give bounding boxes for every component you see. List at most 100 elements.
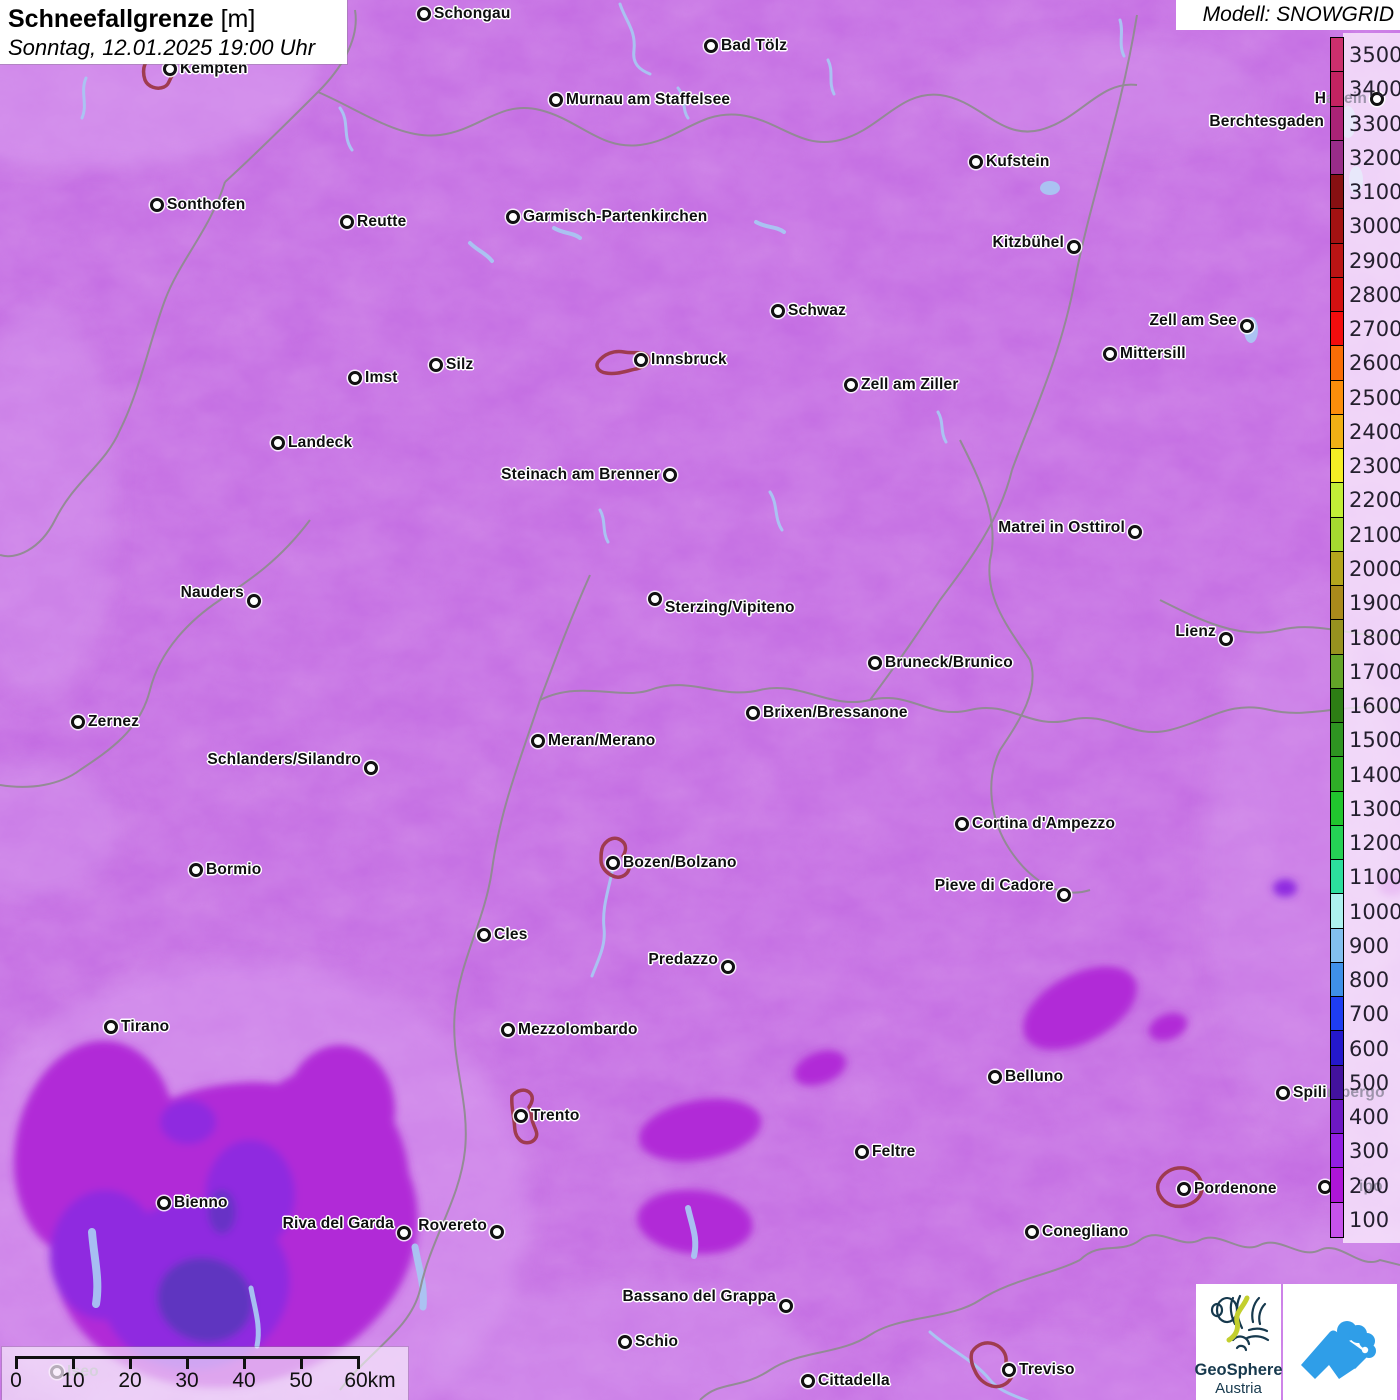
- city-dot: [271, 436, 285, 450]
- city-label: Zernez: [88, 713, 140, 730]
- city-dot: [1067, 240, 1081, 254]
- title-unit: [m]: [220, 5, 256, 33]
- legend-value-label: 1700: [1349, 659, 1400, 684]
- city-dot: [514, 1109, 528, 1123]
- legend-value-label: 2000: [1349, 556, 1400, 581]
- city-label: Schwaz: [788, 302, 847, 319]
- partner-logo-box: [1283, 1284, 1397, 1400]
- legend-swatch-2900: [1331, 243, 1343, 278]
- city-label: Bozen/Bolzano: [623, 854, 737, 871]
- legend-swatch-2300: [1331, 449, 1343, 484]
- scalebar-label: 30: [175, 1369, 199, 1392]
- scalebar-label: 40: [232, 1369, 256, 1392]
- city-label: Feltre: [872, 1143, 916, 1160]
- scalebar-label: 10: [61, 1369, 85, 1392]
- city-dot: [801, 1374, 815, 1388]
- geosphere-logo-name: GeoSphere: [1194, 1361, 1283, 1379]
- legend-value-label: 1100: [1349, 865, 1400, 890]
- city-label: Brixen/Bressanone: [763, 704, 908, 721]
- city-label: Conegliano: [1042, 1223, 1129, 1240]
- city-dot: [844, 378, 858, 392]
- city-label: Pieve di Cadore: [934, 877, 1054, 894]
- city-label: Silz: [446, 356, 474, 373]
- legend-value-label: 400: [1349, 1105, 1390, 1130]
- legend-colorbar: [1330, 37, 1344, 1238]
- city-dot: [634, 353, 648, 367]
- city-dot: [1219, 632, 1233, 646]
- city-label: Bassano del Grappa: [622, 1288, 776, 1305]
- city-dot: [648, 592, 662, 606]
- city-dot: [477, 928, 491, 942]
- legend-swatch-2500: [1331, 380, 1343, 415]
- city-label: Belluno: [1005, 1068, 1064, 1085]
- geosphere-logo-box: GeoSphere Austria: [1194, 1284, 1283, 1400]
- snowfall-limit-map: Schongau Bad Tölz Kempten Murnau am Staffel…: [0, 0, 1400, 1400]
- legend-value-label: 2500: [1349, 385, 1400, 410]
- legend-swatch-1700: [1331, 654, 1343, 689]
- legend-value-label: 100: [1349, 1207, 1390, 1232]
- legend-swatch-2100: [1331, 517, 1343, 552]
- legend-swatch-1400: [1331, 757, 1343, 792]
- city-dot: [988, 1070, 1002, 1084]
- city-label: Bad Tölz: [721, 37, 788, 54]
- legend-value-label: 2700: [1349, 317, 1400, 342]
- city-label: Bormio: [206, 861, 262, 878]
- city-dot: [247, 594, 261, 608]
- city-dot: [157, 1196, 171, 1210]
- scalebar-tick: [72, 1356, 75, 1369]
- city-dot: [1240, 319, 1254, 333]
- legend-value-label: 800: [1349, 968, 1390, 993]
- legend-swatch-2200: [1331, 483, 1343, 518]
- city-dot: [506, 210, 520, 224]
- city-dot: [104, 1020, 118, 1034]
- mountain-cloud-logo-icon: [1301, 1321, 1376, 1379]
- legend-value-label: 1500: [1349, 728, 1400, 753]
- city-dot: [417, 7, 431, 21]
- city-label: Reutte: [357, 213, 407, 230]
- city-label: Riva del Garda: [282, 1215, 394, 1232]
- city-label: Bruneck/Brunico: [885, 654, 1013, 671]
- city-label: Landeck: [288, 434, 353, 451]
- city-label: Schio: [635, 1333, 679, 1350]
- legend-swatch-2800: [1331, 277, 1343, 312]
- city-label: Schongau: [434, 5, 511, 22]
- legend-swatch-1300: [1331, 791, 1343, 826]
- title-text: Schneefallgrenze: [8, 5, 214, 33]
- legend-value-label: 2600: [1349, 351, 1400, 376]
- scalebar-label: 0: [10, 1369, 22, 1392]
- legend-swatch-3400: [1331, 72, 1343, 107]
- city-label: Trento: [531, 1107, 580, 1124]
- legend-value-label: 700: [1349, 1002, 1390, 1027]
- city-dot: [1002, 1363, 1016, 1377]
- city-label: Cles: [494, 926, 528, 943]
- legend-value-label: 1600: [1349, 694, 1400, 718]
- legend-value-label: 1800: [1349, 625, 1400, 650]
- legend-swatch-3100: [1331, 175, 1343, 210]
- legend-swatch-100: [1331, 1202, 1343, 1237]
- scalebar-tick: [300, 1356, 303, 1369]
- model-label: Modell: SNOWGRID: [1176, 0, 1400, 30]
- city-dot: [955, 817, 969, 831]
- city-dot: [1276, 1086, 1290, 1100]
- legend-swatch-1900: [1331, 586, 1343, 621]
- city-dot: [1025, 1225, 1039, 1239]
- scalebar-tick: [15, 1356, 18, 1369]
- legend-swatch-3200: [1331, 140, 1343, 175]
- legend-swatch-1600: [1331, 688, 1343, 723]
- city-label: Predazzo: [648, 951, 718, 968]
- city-dot: [429, 358, 443, 372]
- legend-swatch-2000: [1331, 551, 1343, 586]
- legend-swatch-200: [1331, 1168, 1343, 1203]
- legend-value-label: 3200: [1349, 145, 1400, 170]
- legend-swatch-500: [1331, 1065, 1343, 1100]
- legend-value-label: 1200: [1349, 831, 1400, 856]
- legend-swatch-1500: [1331, 723, 1343, 758]
- city-label: Mittersill: [1120, 345, 1186, 362]
- city-dot: [1103, 347, 1117, 361]
- legend-swatch-1100: [1331, 860, 1343, 895]
- legend-value-label: 500: [1349, 1070, 1390, 1095]
- legend-value-label: 200: [1349, 1173, 1390, 1198]
- city-dot: [71, 715, 85, 729]
- city-dot: [150, 198, 164, 212]
- scalebar-label: 50: [289, 1369, 313, 1392]
